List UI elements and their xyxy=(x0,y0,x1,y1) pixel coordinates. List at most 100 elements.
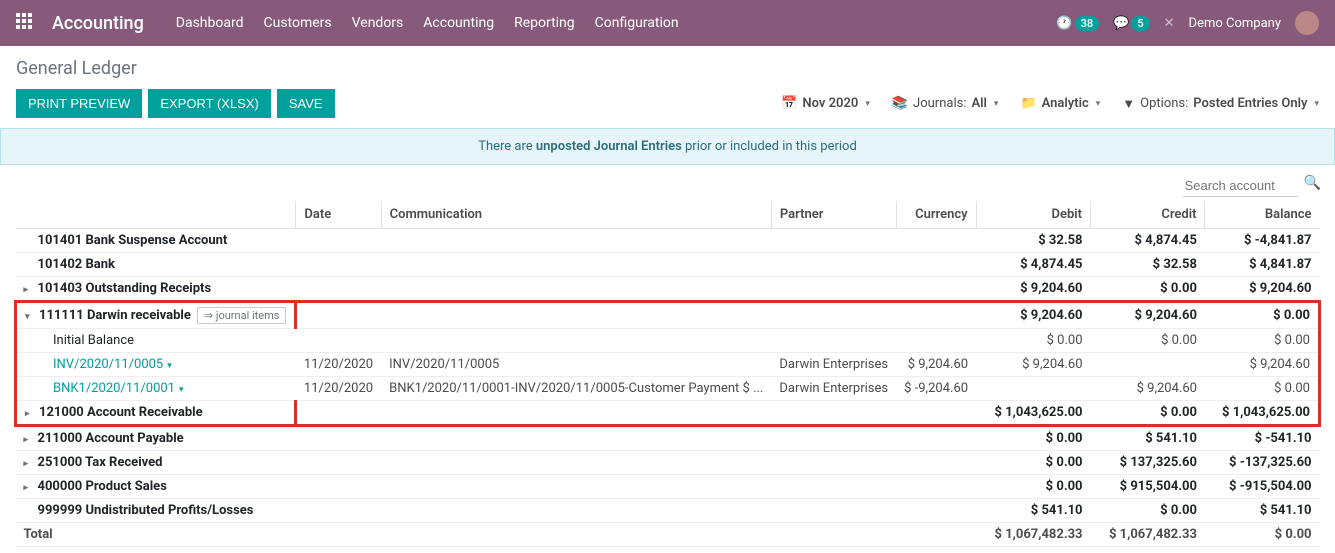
filter-journals-value: All xyxy=(971,96,986,111)
expand-caret-icon[interactable]: ▸ xyxy=(25,409,35,419)
cell-debit: $ 0.00 xyxy=(976,451,1090,475)
account-row[interactable]: ▾111111 Darwin receivable⇒ journal items… xyxy=(16,302,1320,329)
journal-items-link[interactable]: ⇒ journal items xyxy=(197,307,287,324)
cell-credit: $ 0.00 xyxy=(1091,401,1205,426)
cell-debit: $ 0.00 xyxy=(976,475,1090,499)
account-row[interactable]: 101402 Bank $ 4,874.45 $ 32.58 $ 4,841.8… xyxy=(16,253,1320,277)
col-credit[interactable]: Credit xyxy=(1091,201,1205,229)
filter-date[interactable]: 📅 Nov 2020 ▾ xyxy=(781,96,870,111)
account-row[interactable]: ▸251000 Tax Received $ 0.00 $ 137,325.60… xyxy=(16,451,1320,475)
chat-icon: 💬 xyxy=(1113,16,1129,31)
cell-currency: $ -9,204.60 xyxy=(896,377,976,401)
cell-debit xyxy=(976,377,1090,401)
journal-entry-row[interactable]: BNK1/2020/11/0001▾ 11/20/2020 BNK1/2020/… xyxy=(16,377,1320,401)
filter-analytic-label: Analytic xyxy=(1042,96,1089,111)
cell-balance: $ 9,204.60 xyxy=(1205,353,1320,377)
menu-dashboard[interactable]: Dashboard xyxy=(176,15,244,31)
cell-credit: $ 541.10 xyxy=(1091,426,1205,451)
expand-caret-icon[interactable]: ▸ xyxy=(24,285,34,295)
col-partner[interactable]: Partner xyxy=(771,201,896,229)
entry-ref-link[interactable]: INV/2020/11/0005▾ xyxy=(53,357,172,372)
print-preview-button[interactable]: PRINT PREVIEW xyxy=(16,89,142,118)
cell-debit: $ 1,043,625.00 xyxy=(976,401,1090,426)
filter-options-label: Options: xyxy=(1140,96,1188,111)
company-name[interactable]: Demo Company xyxy=(1189,16,1281,31)
app-brand[interactable]: Accounting xyxy=(52,13,144,34)
cell-credit: $ 0.00 xyxy=(1091,329,1205,353)
account-row[interactable]: ▸211000 Account Payable $ 0.00 $ 541.10 … xyxy=(16,426,1320,451)
account-row[interactable]: ▸101403 Outstanding Receipts $ 9,204.60 … xyxy=(16,277,1320,302)
ledger-table: Date Communication Partner Currency Debi… xyxy=(14,201,1321,547)
cell-partner: Darwin Enterprises xyxy=(771,377,896,401)
col-communication[interactable]: Communication xyxy=(381,201,771,229)
chevron-down-icon: ▾ xyxy=(865,99,870,109)
filter-journals[interactable]: 📚 Journals: All ▾ xyxy=(892,96,999,111)
cell-partner: Darwin Enterprises xyxy=(771,353,896,377)
filter-options[interactable]: ▼ Options: Posted Entries Only ▾ xyxy=(1122,96,1319,112)
cell-debit: $ 0.00 xyxy=(976,426,1090,451)
book-icon: 📚 xyxy=(892,96,908,111)
cell-credit: $ 9,204.60 xyxy=(1091,302,1205,329)
menu-configuration[interactable]: Configuration xyxy=(595,15,679,31)
account-row[interactable]: 101401 Bank Suspense Account $ 32.58 $ 4… xyxy=(16,229,1320,253)
cell-credit: $ 4,874.45 xyxy=(1091,229,1205,253)
total-label: Total xyxy=(16,523,296,547)
cell-communication: INV/2020/11/0005 xyxy=(381,353,771,377)
search-input[interactable] xyxy=(1183,175,1298,197)
cell-credit: $ 915,504.00 xyxy=(1091,475,1205,499)
col-account xyxy=(16,201,296,229)
folder-icon: 📁 xyxy=(1020,96,1036,111)
cell-communication: BNK1/2020/11/0001-INV/2020/11/0005-Custo… xyxy=(381,377,771,401)
cell-credit xyxy=(1091,353,1205,377)
menu-accounting[interactable]: Accounting xyxy=(423,15,494,31)
export-xlsx-button[interactable]: EXPORT (XLSX) xyxy=(148,89,271,118)
expand-caret-icon[interactable]: ▸ xyxy=(24,435,34,445)
account-row[interactable]: ▸400000 Product Sales $ 0.00 $ 915,504.0… xyxy=(16,475,1320,499)
expand-caret-icon[interactable]: ▸ xyxy=(24,483,34,493)
cell-currency: $ 9,204.60 xyxy=(896,353,976,377)
apps-icon[interactable] xyxy=(16,13,36,33)
cell-credit: $ 32.58 xyxy=(1091,253,1205,277)
cell-balance: $ -915,504.00 xyxy=(1205,475,1320,499)
col-currency[interactable]: Currency xyxy=(896,201,976,229)
expand-caret-icon[interactable]: ▾ xyxy=(25,312,35,322)
debug-icon[interactable]: ✕ xyxy=(1164,16,1175,31)
entry-ref-link[interactable]: BNK1/2020/11/0001▾ xyxy=(53,381,184,396)
cell-debit: $ 9,204.60 xyxy=(976,302,1090,329)
chevron-down-icon: ▾ xyxy=(167,361,172,371)
cell-debit: $ 32.58 xyxy=(976,229,1090,253)
cell-balance: $ 9,204.60 xyxy=(1205,277,1320,302)
expand-caret-icon[interactable]: ▸ xyxy=(24,459,34,469)
calendar-icon: 📅 xyxy=(781,96,797,111)
menu-reporting[interactable]: Reporting xyxy=(514,15,575,31)
avatar[interactable] xyxy=(1295,11,1319,35)
unposted-alert[interactable]: There are unposted Journal Entries prior… xyxy=(0,128,1335,165)
filter-journals-label: Journals: xyxy=(913,96,966,111)
cell-balance: $ 1,043,625.00 xyxy=(1205,401,1320,426)
filter-icon: ▼ xyxy=(1122,96,1135,112)
menu-vendors[interactable]: Vendors xyxy=(352,15,404,31)
account-row[interactable]: ▸121000 Account Receivable $ 1,043,625.0… xyxy=(16,401,1320,426)
cell-credit: $ 0.00 xyxy=(1091,499,1205,523)
col-balance[interactable]: Balance xyxy=(1205,201,1320,229)
cell-credit: $ 137,325.60 xyxy=(1091,451,1205,475)
save-button[interactable]: SAVE xyxy=(277,89,335,118)
account-row[interactable]: 999999 Undistributed Profits/Losses $ 54… xyxy=(16,499,1320,523)
menu-customers[interactable]: Customers xyxy=(264,15,332,31)
chevron-down-icon: ▾ xyxy=(1314,99,1319,109)
col-debit[interactable]: Debit xyxy=(976,201,1090,229)
total-row: Total $ 1,067,482.33 $ 1,067,482.33 $ 0.… xyxy=(16,523,1320,547)
messages-icon[interactable]: 💬 5 xyxy=(1113,16,1149,31)
cell-balance: $ -4,841.87 xyxy=(1205,229,1320,253)
search-icon[interactable]: 🔍 xyxy=(1304,175,1321,197)
journal-entry-row[interactable]: INV/2020/11/0005▾ 11/20/2020 INV/2020/11… xyxy=(16,353,1320,377)
cell-credit: $ 0.00 xyxy=(1091,277,1205,302)
col-date[interactable]: Date xyxy=(296,201,381,229)
messages-badge: 5 xyxy=(1131,16,1149,31)
main-menu: Dashboard Customers Vendors Accounting R… xyxy=(176,15,679,31)
activity-icon[interactable]: 🕐 38 xyxy=(1056,16,1099,31)
cell-balance: $ -541.10 xyxy=(1205,426,1320,451)
filter-analytic[interactable]: 📁 Analytic ▾ xyxy=(1020,96,1100,111)
initial-balance-row: Initial Balance $ 0.00 $ 0.00 $ 0.00 xyxy=(16,329,1320,353)
cell-debit: $ 9,204.60 xyxy=(976,353,1090,377)
